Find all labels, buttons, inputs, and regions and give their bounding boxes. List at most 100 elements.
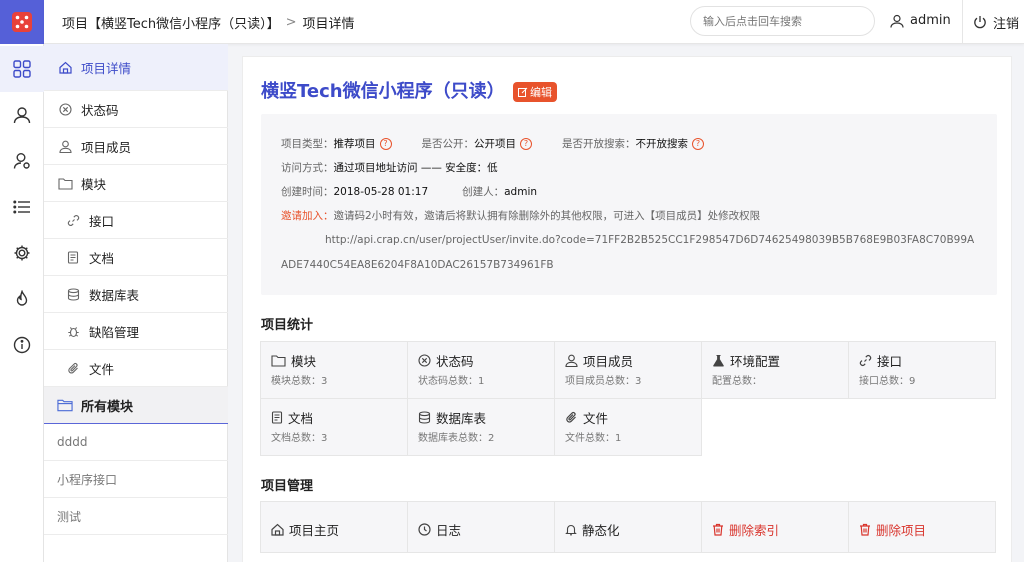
stat-count: 接口总数：9	[859, 376, 916, 387]
edit-button[interactable]: 编辑	[513, 82, 557, 102]
sidebar-item-module-miniprogram[interactable]: 小程序接口	[44, 461, 228, 498]
invite-label: 邀请加入：	[281, 210, 334, 222]
info-row-type: 项目类型： 推荐项目 ? 是否公开： 公开项目 ? 是否开放搜索： 不开放搜索 …	[281, 136, 704, 151]
sidebar-item-document[interactable]: 文档	[44, 239, 228, 276]
sidebar-item-file[interactable]: 文件	[44, 350, 228, 387]
stat-card-module[interactable]: 模块 模块总数：3	[261, 342, 408, 399]
sidebar-item-members[interactable]: 项目成员	[44, 128, 228, 165]
page-title: 横竖Tech微信小程序（只读）	[261, 81, 505, 102]
stat-card-interface[interactable]: 接口 接口总数：9	[849, 342, 996, 399]
project-info-panel: 项目类型： 推荐项目 ? 是否公开： 公开项目 ? 是否开放搜索： 不开放搜索 …	[261, 114, 997, 295]
sidebar: 项目详情 状态码 项目成员 模块 接口 文档 数据库表 缺陷管理 文件 所有模块…	[44, 44, 228, 562]
invite-url-line2[interactable]: ADE7440C54EA8E6204F8A10DAC26157B734961FB	[281, 259, 554, 271]
document-icon	[65, 249, 81, 265]
info-row-created: 创建时间： 2018-05-28 01:17 创建人： admin	[281, 184, 537, 199]
stat-label: 文档	[288, 411, 314, 426]
user-icon	[565, 354, 578, 367]
sidebar-item-label: 文档	[89, 250, 115, 266]
stat-label: 状态码	[436, 354, 474, 369]
link-icon	[65, 212, 81, 228]
invite-url-line1[interactable]: http://api.crap.cn/user/projectUser/invi…	[325, 234, 974, 246]
stat-card-document[interactable]: 文档 文档总数：3	[261, 399, 408, 456]
icon-rail	[0, 0, 44, 562]
logo-icon[interactable]	[0, 0, 44, 44]
creator-label: 创建人：	[462, 186, 505, 198]
delete-index-button[interactable]: 删除索引	[702, 502, 849, 553]
sidebar-item-module[interactable]: 模块	[44, 165, 228, 202]
delete-project-button[interactable]: 删除项目	[849, 502, 996, 553]
sidebar-item-project-detail[interactable]: 项目详情	[44, 44, 228, 91]
breadcrumb-project[interactable]: 项目【横竖Tech微信小程序（只读）】	[62, 13, 280, 32]
management-title: 项目管理	[261, 479, 314, 494]
type-value: 推荐项目	[333, 138, 376, 150]
created-label: 创建时间：	[281, 186, 334, 198]
logout-button[interactable]: 注销	[962, 0, 1024, 44]
stat-card-database[interactable]: 数据库表 数据库表总数：2	[408, 399, 555, 456]
stat-card-file[interactable]: 文件 文件总数：1	[555, 399, 702, 456]
log-button[interactable]: 日志	[408, 502, 555, 553]
folder-open-icon	[57, 397, 73, 413]
flask-icon	[712, 354, 725, 367]
sidebar-item-label: 测试	[57, 509, 82, 524]
info-row-invite: 邀请加入： 邀请码2小时有效，邀请后将默认拥有除删除外的其他权限，可进入【项目成…	[281, 208, 760, 223]
sidebar-item-module-dddd[interactable]: dddd	[44, 424, 228, 461]
staticize-button[interactable]: 静态化	[555, 502, 702, 553]
sidebar-item-label: 所有模块	[81, 399, 134, 415]
sidebar-item-label: dddd	[57, 435, 88, 449]
folder-icon	[57, 175, 73, 191]
paperclip-icon	[565, 411, 578, 424]
fire-icon[interactable]	[0, 276, 44, 322]
search-input[interactable]	[690, 6, 875, 36]
edit-icon	[518, 87, 528, 97]
sidebar-item-label: 接口	[89, 213, 115, 229]
search-label: 是否开放搜索：	[562, 138, 636, 150]
database-icon	[65, 286, 81, 302]
dashboard-grid-icon[interactable]	[0, 46, 44, 92]
help-icon[interactable]: ?	[520, 137, 532, 150]
list-icon[interactable]	[0, 184, 44, 230]
invite-text: 邀请码2小时有效，邀请后将默认拥有除删除外的其他权限，可进入【项目成员】处修改权…	[333, 210, 761, 222]
sidebar-item-interface[interactable]: 接口	[44, 202, 228, 239]
help-icon[interactable]: ?	[692, 137, 704, 150]
logout-label: 注销	[993, 16, 1020, 32]
sidebar-item-module-test[interactable]: 测试	[44, 498, 228, 535]
stat-card-status-code[interactable]: 状态码 状态码总数：1	[408, 342, 555, 399]
sidebar-item-label: 状态码	[81, 102, 119, 118]
trash-icon	[712, 523, 724, 536]
close-circle-icon	[418, 354, 431, 367]
user-menu[interactable]: admin	[890, 13, 951, 28]
sidebar-item-database[interactable]: 数据库表	[44, 276, 228, 313]
stat-count: 项目成员总数：3	[565, 376, 642, 387]
creator-value: admin	[504, 185, 538, 198]
stat-label: 模块	[291, 354, 317, 369]
management-grid: 项目主页 日志 静态化 删除索引 删除项目	[260, 501, 996, 553]
stat-count: 数据库表总数：2	[418, 433, 495, 444]
management-label: 日志	[436, 523, 462, 538]
stat-count: 文件总数：1	[565, 433, 622, 444]
stats-title: 项目统计	[261, 318, 314, 333]
sidebar-item-bug[interactable]: 缺陷管理	[44, 313, 228, 350]
stat-card-env-config[interactable]: 环境配置 配置总数：	[702, 342, 849, 399]
breadcrumb-current: 项目详情	[302, 17, 355, 32]
gear-icon[interactable]	[0, 230, 44, 276]
stat-label: 接口	[877, 354, 903, 369]
user-settings-icon[interactable]	[0, 138, 44, 184]
project-home-button[interactable]: 项目主页	[261, 502, 408, 553]
user-icon[interactable]	[0, 92, 44, 138]
link-icon	[859, 354, 872, 367]
document-icon	[271, 411, 283, 424]
info-row-access: 访问方式： 通过项目地址访问 —— 安全度：低	[281, 160, 498, 175]
stat-count: 文档总数：3	[271, 433, 328, 444]
help-icon[interactable]: ?	[379, 137, 392, 150]
database-icon	[418, 411, 431, 424]
management-label: 删除项目	[876, 523, 927, 538]
sidebar-item-status-code[interactable]: 状态码	[44, 91, 228, 128]
sidebar-item-all-modules[interactable]: 所有模块	[44, 387, 228, 424]
stat-card-members[interactable]: 项目成员 项目成员总数：3	[555, 342, 702, 399]
trash-icon	[859, 523, 871, 536]
main-panel: 横竖Tech微信小程序（只读） 编辑 项目类型： 推荐项目 ? 是否公开： 公开…	[242, 56, 1012, 562]
created-value: 2018-05-28 01:17	[333, 185, 429, 198]
paperclip-icon	[65, 360, 81, 376]
info-icon[interactable]	[0, 322, 44, 368]
sidebar-item-label: 小程序接口	[57, 472, 118, 487]
